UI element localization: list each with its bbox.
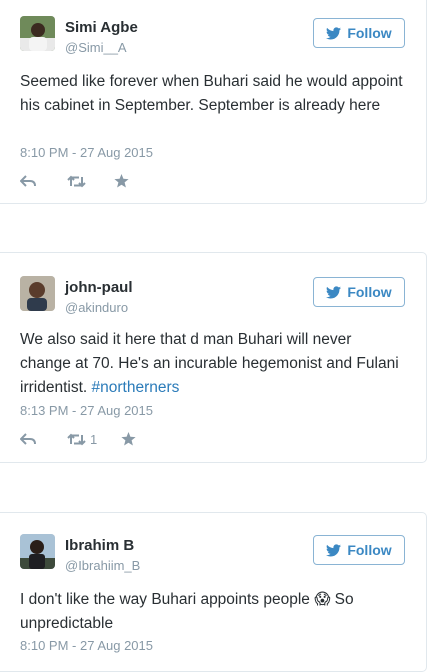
tweet-text: I don't like the way Buhari appoints peo… [20,588,405,636]
retweet-button[interactable]: 1 [67,432,121,447]
follow-button[interactable]: Follow [313,535,405,565]
tweet-actions: 1 [20,430,136,448]
retweet-icon [67,175,86,187]
display-name[interactable]: john-paul [65,279,133,296]
tweet-text: We also said it here that d man Buhari w… [20,328,405,400]
twitter-bird-icon [326,543,342,556]
tweet-text: Seemed like forever when Buhari said he … [20,70,405,118]
timestamp[interactable]: 8:13 PM - 27 Aug 2015 [20,403,153,418]
user-handle[interactable]: @Simi__A [65,40,127,55]
tweet-card: Ibrahim B @Ibrahiim_B Follow I don't lik… [0,512,427,672]
retweet-icon [67,433,86,445]
timestamp[interactable]: 8:10 PM - 27 Aug 2015 [20,145,153,160]
user-handle[interactable]: @Ibrahiim_B [65,558,140,573]
twitter-bird-icon [326,26,342,39]
follow-label: Follow [347,284,392,300]
reply-button[interactable] [20,433,67,445]
star-icon [114,174,129,188]
avatar[interactable] [20,534,55,569]
follow-label: Follow [347,542,392,558]
tweet-actions [20,172,129,190]
reply-icon [20,433,36,445]
retweet-button[interactable] [67,175,114,188]
tweet-text-body: I don't like the way Buhari appoints peo… [20,591,354,632]
avatar[interactable] [20,16,55,51]
display-name[interactable]: Simi Agbe [65,19,138,36]
user-handle[interactable]: @akinduro [65,300,128,315]
retweet-count: 1 [90,431,98,447]
follow-label: Follow [347,25,392,41]
star-icon [121,432,136,446]
twitter-bird-icon [326,285,342,298]
tweet-card: Simi Agbe @Simi__A Follow Seemed like fo… [0,0,427,204]
reply-icon [20,175,36,187]
tweet-text-body: Seemed like forever when Buhari said he … [20,73,403,114]
tweet-card: john-paul @akinduro Follow We also said … [0,252,427,463]
avatar[interactable] [20,276,55,311]
favorite-button[interactable] [121,432,136,446]
timestamp[interactable]: 8:10 PM - 27 Aug 2015 [20,638,153,653]
follow-button[interactable]: Follow [313,18,405,48]
reply-button[interactable] [20,175,67,187]
display-name[interactable]: Ibrahim B [65,537,134,554]
follow-button[interactable]: Follow [313,277,405,307]
hashtag-link[interactable]: #northerners [92,379,180,396]
tweet-text-body: We also said it here that d man Buhari w… [20,331,399,396]
favorite-button[interactable] [114,174,129,188]
